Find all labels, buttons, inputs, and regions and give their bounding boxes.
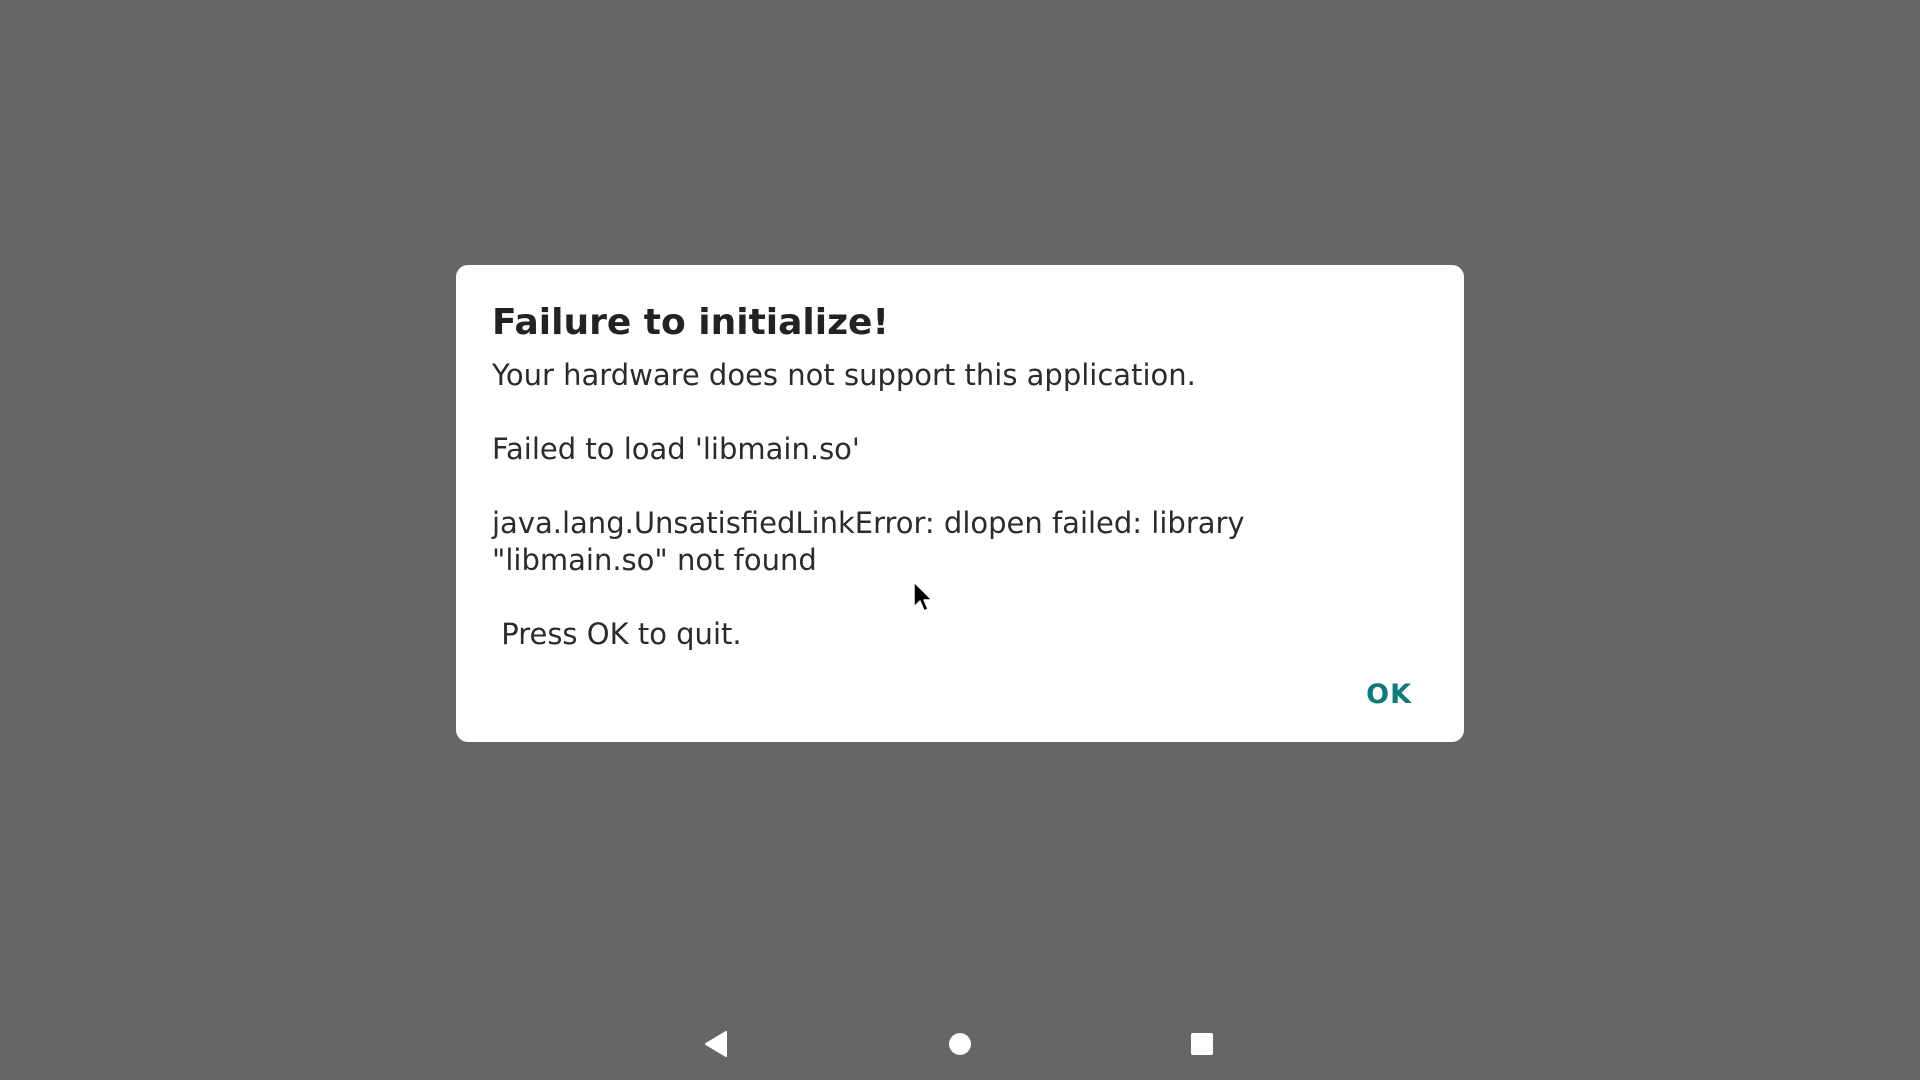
recents-button[interactable]: [1166, 1008, 1238, 1080]
error-dialog: Failure to initialize! Your hardware doe…: [456, 265, 1464, 742]
navigation-bar: [0, 1008, 1920, 1080]
ok-button[interactable]: OK: [1354, 666, 1424, 722]
recents-square-icon: [1191, 1033, 1213, 1055]
home-circle-icon: [949, 1033, 971, 1055]
screen-background: Failure to initialize! Your hardware doe…: [0, 0, 1920, 1080]
dialog-title: Failure to initialize!: [492, 302, 889, 343]
mouse-pointer-icon: [913, 581, 933, 612]
back-button[interactable]: [680, 1008, 752, 1080]
home-button[interactable]: [924, 1008, 996, 1080]
dialog-message: Your hardware does not support this appl…: [492, 358, 1245, 651]
back-triangle-icon: [705, 1031, 727, 1057]
